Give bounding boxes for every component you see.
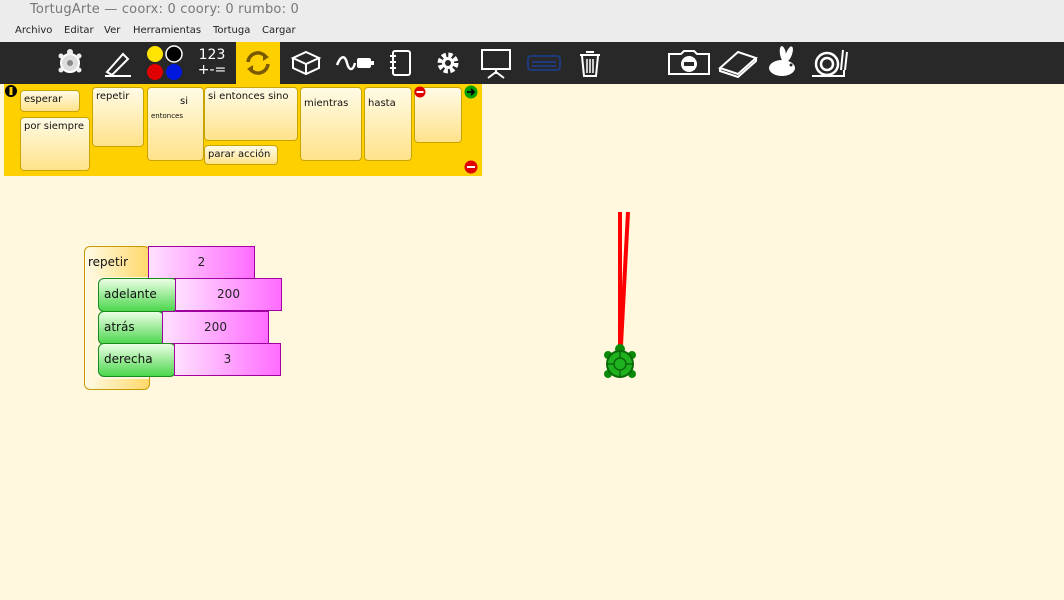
repeat-count-input[interactable]: 2 (148, 246, 255, 279)
right-value-input[interactable]: 3 (174, 343, 281, 376)
back-block[interactable]: atrás (98, 311, 164, 345)
forward-value-input[interactable]: 200 (175, 278, 282, 311)
turtle-sprite[interactable] (600, 343, 640, 385)
back-value-input[interactable]: 200 (162, 311, 269, 344)
forward-block[interactable]: adelante (98, 278, 178, 312)
right-block[interactable]: derecha (98, 343, 176, 377)
